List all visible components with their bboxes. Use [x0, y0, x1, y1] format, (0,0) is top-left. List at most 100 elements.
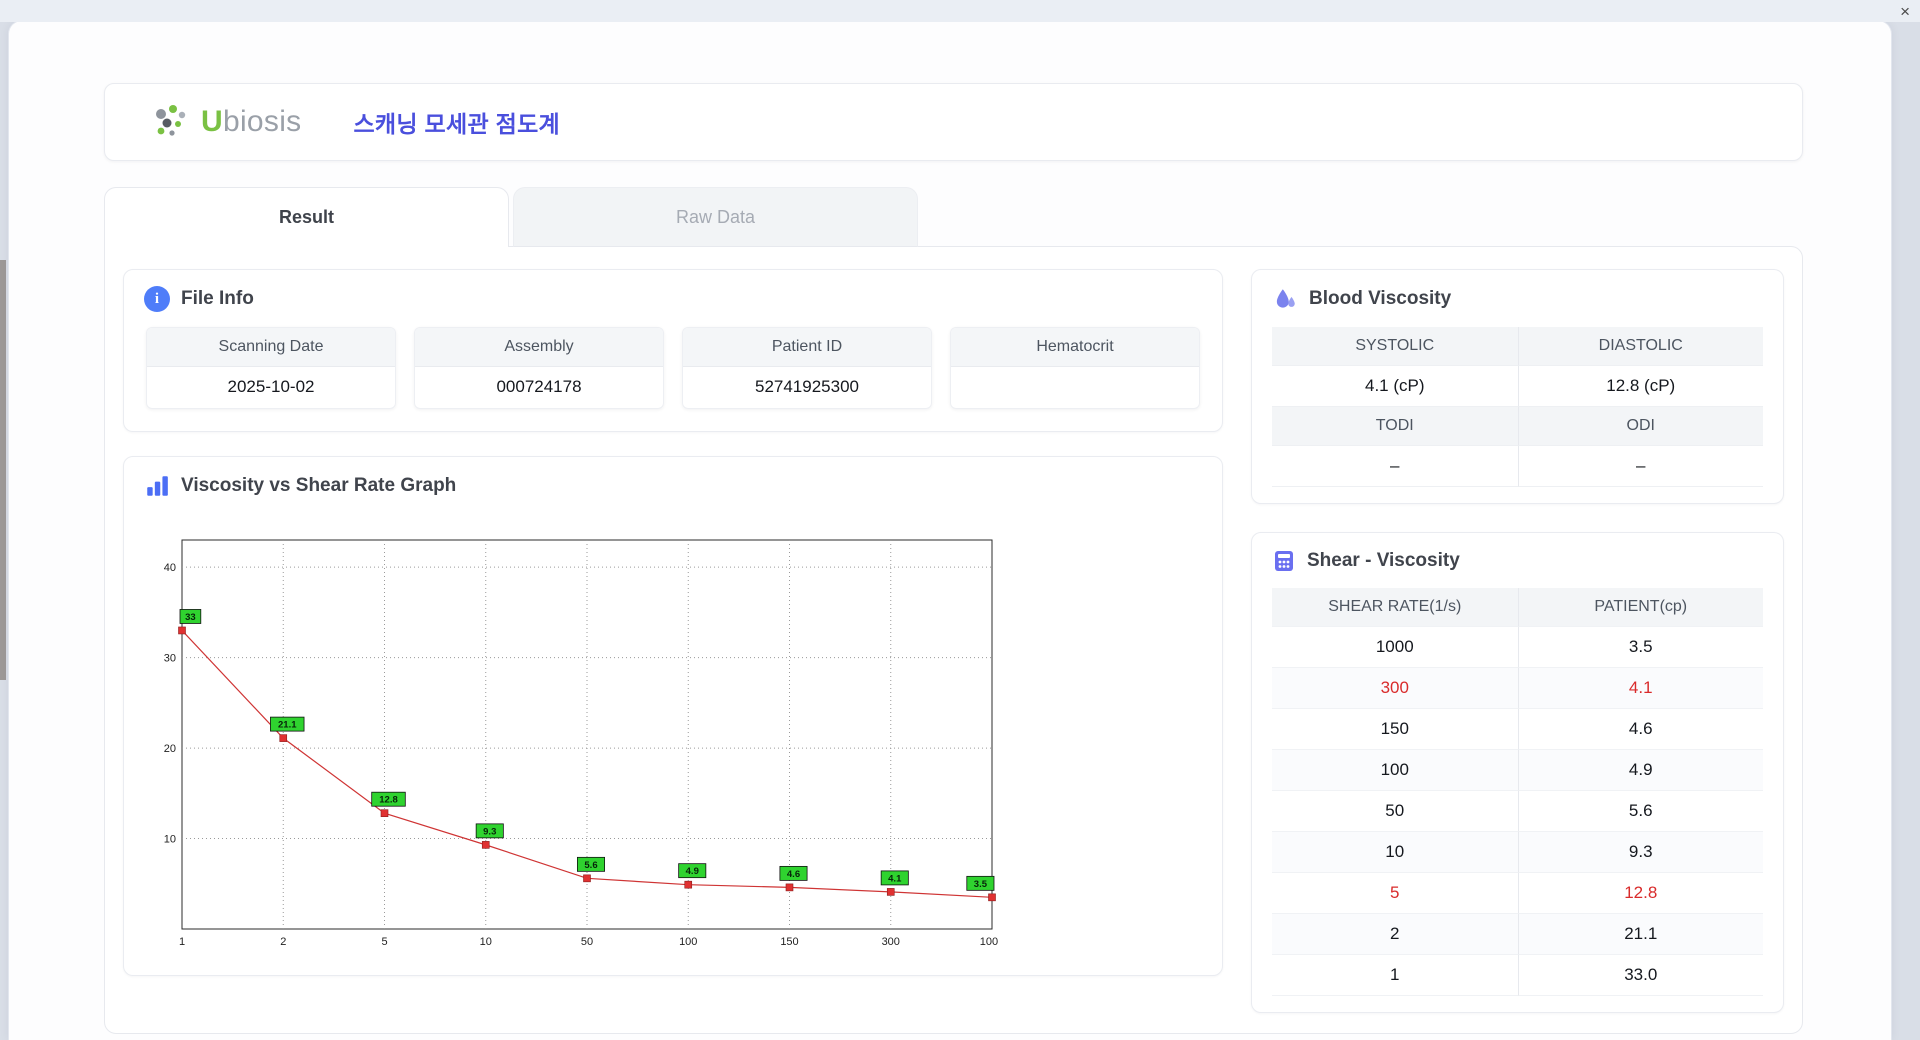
app-header: Ubiosis 스캐닝 모세관 점도계 [104, 83, 1803, 161]
blood-viscosity-title: Blood Viscosity [1309, 288, 1452, 309]
svg-text:1: 1 [179, 936, 185, 948]
table-row: 1 33.0 [1272, 955, 1763, 996]
table-row: 5 12.8 [1272, 873, 1763, 914]
table-row: 10 9.3 [1272, 832, 1763, 873]
svg-text:5: 5 [381, 936, 387, 948]
field-assembly: Assembly 000724178 [414, 327, 664, 409]
table-header-row: SHEAR RATE(1/s) PATIENT(cp) [1272, 588, 1763, 627]
svg-text:2: 2 [280, 936, 286, 948]
svg-text:1000: 1000 [980, 936, 998, 948]
svg-text:10: 10 [164, 834, 176, 846]
patient-cell: 9.3 [1517, 832, 1763, 873]
field-value: 2025-10-02 [227, 377, 315, 396]
svg-text:40: 40 [164, 562, 176, 574]
logo-dots-icon [156, 105, 186, 136]
shear-rate-cell: 2 [1272, 914, 1518, 955]
shear-viscosity-card: Shear - Viscosity SHEAR RATE(1/s) PATIEN… [1251, 532, 1784, 1013]
viscosity-chart-svg: 10 20 30 40 1 2 5 10 50 100 150 300 1000 33 21.1 12.8 9.… [164, 539, 998, 948]
odi-value: – [1517, 446, 1763, 487]
table-row: 100 4.9 [1272, 750, 1763, 791]
shear-rate-cell: 300 [1272, 668, 1518, 709]
graph-title: Viscosity vs Shear Rate Graph [181, 475, 457, 496]
field-label: Scanning Date [147, 328, 395, 367]
shear-rate-cell: 10 [1272, 832, 1518, 873]
blood-droplet-icon [1276, 289, 1295, 308]
blood-viscosity-card: Blood Viscosity SYSTOLIC DIASTOLIC 4.1 (… [1251, 269, 1784, 504]
field-patient-id: Patient ID 52741925300 [682, 327, 932, 409]
table-row: 1000 3.5 [1272, 627, 1763, 668]
field-value: 000724178 [496, 377, 582, 396]
svg-text:9.3: 9.3 [483, 826, 496, 837]
systolic-header: SYSTOLIC [1272, 327, 1518, 366]
odi-header: ODI [1517, 407, 1763, 446]
desktop-background-sliver [0, 260, 6, 680]
field-label: Patient ID [683, 328, 931, 367]
window-titlebar: × [0, 0, 1920, 22]
svg-text:50: 50 [581, 936, 593, 948]
result-tab-panel: i File Info Scanning Date 2025-10-02 Ass… [104, 246, 1803, 1034]
patient-cell: 33.0 [1517, 955, 1763, 996]
tab-result[interactable]: Result [104, 187, 509, 247]
patient-cell: 21.1 [1517, 914, 1763, 955]
page-title: 스캐닝 모세관 점도계 [353, 111, 560, 137]
svg-text:10: 10 [480, 936, 492, 948]
ubiosis-logo: Ubiosis [151, 102, 301, 142]
bar-chart-icon [147, 476, 168, 496]
patient-column-header: PATIENT(cp) [1517, 588, 1763, 627]
field-label: Hematocrit [951, 328, 1199, 367]
tab-bar: Result Raw Data [104, 187, 1803, 247]
patient-cell: 4.9 [1517, 750, 1763, 791]
tab-raw-data[interactable]: Raw Data [513, 187, 918, 247]
field-value: 52741925300 [754, 377, 859, 396]
field-label: Assembly [415, 328, 663, 367]
shear-rate-cell: 1 [1272, 955, 1518, 996]
calculator-icon [1275, 551, 1293, 571]
file-info-fields: Scanning Date 2025-10-02 Assembly 000724… [144, 327, 1202, 415]
todi-value: – [1272, 446, 1518, 487]
svg-text:5.6: 5.6 [584, 860, 597, 871]
close-icon[interactable]: × [1900, 3, 1910, 20]
viscosity-graph-card: Viscosity vs Shear Rate Graph 10 20 30 40 1 2… [123, 456, 1223, 976]
info-icon: i [144, 286, 170, 312]
todi-header: TODI [1272, 407, 1518, 446]
svg-text:4.1: 4.1 [888, 873, 902, 884]
svg-text:21.1: 21.1 [278, 720, 297, 731]
logo-text: Ubiosis [201, 105, 302, 138]
shear-rate-cell: 1000 [1272, 627, 1518, 668]
viscosity-chart: 10 20 30 40 1 2 5 10 50 100 150 300 1000 33 21.1 12.8 9.… [144, 514, 1202, 959]
svg-text:4.6: 4.6 [787, 869, 800, 880]
systolic-value: 4.1 (cP) [1272, 366, 1518, 407]
svg-text:3.5: 3.5 [974, 879, 988, 890]
field-hematocrit: Hematocrit [950, 327, 1200, 409]
svg-text:300: 300 [882, 936, 900, 948]
patient-cell: 3.5 [1517, 627, 1763, 668]
shear-rate-cell: 150 [1272, 709, 1518, 750]
shear-viscosity-title: Shear - Viscosity [1307, 550, 1460, 571]
svg-text:150: 150 [780, 936, 798, 948]
diastolic-header: DIASTOLIC [1517, 327, 1763, 366]
shear-rate-cell: 5 [1272, 873, 1518, 914]
svg-text:30: 30 [164, 653, 176, 665]
shear-rate-cell: 50 [1272, 791, 1518, 832]
shear-rate-column-header: SHEAR RATE(1/s) [1272, 588, 1518, 627]
svg-text:20: 20 [164, 743, 176, 755]
svg-text:100: 100 [679, 936, 697, 948]
patient-cell: 4.6 [1517, 709, 1763, 750]
patient-cell: 5.6 [1517, 791, 1763, 832]
table-row: 2 21.1 [1272, 914, 1763, 955]
blood-viscosity-table: SYSTOLIC DIASTOLIC 4.1 (cP) 12.8 (cP) TO… [1272, 327, 1763, 487]
table-row: 150 4.6 [1272, 709, 1763, 750]
field-value [951, 367, 1199, 408]
table-row: 300 4.1 [1272, 668, 1763, 709]
table-row: 50 5.6 [1272, 791, 1763, 832]
app-window: Ubiosis 스캐닝 모세관 점도계 Result Raw Data i Fi… [8, 20, 1892, 1040]
svg-text:33: 33 [185, 612, 196, 623]
shear-rate-cell: 100 [1272, 750, 1518, 791]
patient-cell: 12.8 [1517, 873, 1763, 914]
diastolic-value: 12.8 (cP) [1517, 366, 1763, 407]
shear-viscosity-table: SHEAR RATE(1/s) PATIENT(cp) 1000 3.5 300… [1272, 588, 1763, 996]
file-info-card: i File Info Scanning Date 2025-10-02 Ass… [123, 269, 1223, 432]
file-info-title: File Info [181, 288, 254, 309]
patient-cell: 4.1 [1517, 668, 1763, 709]
svg-text:4.9: 4.9 [686, 866, 699, 877]
